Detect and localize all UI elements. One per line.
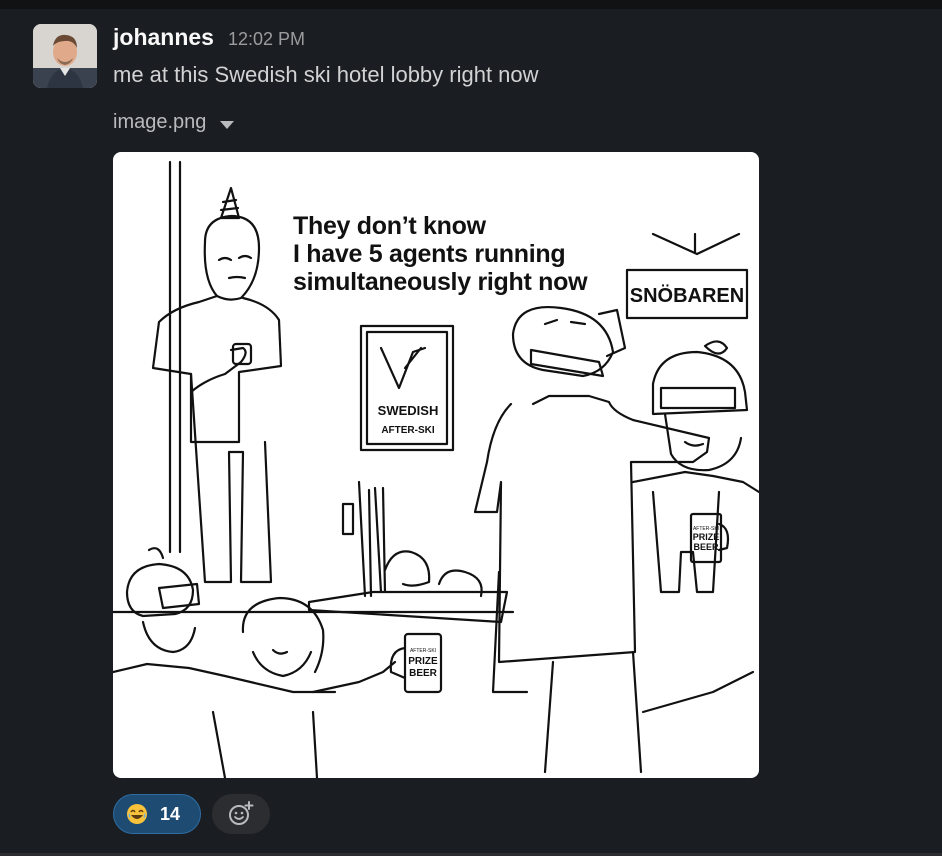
reaction-pill[interactable]: 14 (113, 794, 201, 834)
add-reaction-button[interactable] (212, 794, 270, 834)
mug2-label-b: PRIZE (408, 656, 438, 667)
message-header: johannes 12:02 PM (113, 24, 305, 54)
avatar[interactable] (33, 24, 97, 88)
top-bar (0, 0, 942, 9)
joy-emoji-icon (127, 804, 147, 824)
poster-line1: SWEDISH (378, 403, 439, 418)
timestamp[interactable]: 12:02 PM (228, 29, 305, 50)
caption-line3: simultaneously right now (293, 268, 588, 296)
mug2-label-c: BEER (409, 668, 438, 679)
sender-name[interactable]: johannes (113, 24, 214, 51)
chevron-down-icon[interactable] (220, 120, 235, 129)
meme-caption: They don’t know I have 5 agents running … (293, 212, 633, 296)
caption-line1: They don’t know (293, 212, 486, 240)
reaction-count: 14 (160, 803, 181, 824)
file-name[interactable]: image.png (113, 111, 206, 134)
image-attachment[interactable]: SNÖBAREN SWEDISH AFTER-SKI AFTER-SKI PRI… (113, 152, 759, 778)
attachment-header[interactable]: image.png (113, 111, 235, 134)
add-emoji-icon (229, 801, 254, 825)
mug-label-b: PRIZE (693, 532, 720, 542)
poster-line2: AFTER-SKI (381, 425, 435, 436)
sign-text: SNÖBAREN (630, 284, 744, 307)
caption-line2: I have 5 agents running (293, 240, 566, 268)
message-text: me at this Swedish ski hotel lobby right… (113, 62, 539, 87)
mug2-label-a: AFTER-SKI (410, 648, 436, 654)
mug-label-c: BEER (693, 542, 719, 552)
